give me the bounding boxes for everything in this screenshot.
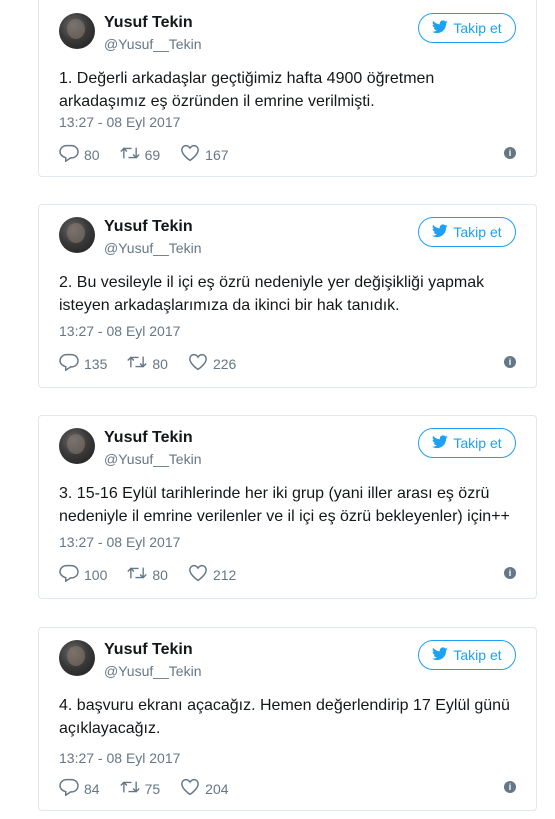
avatar[interactable] bbox=[59, 13, 95, 49]
follow-label: Takip et bbox=[453, 647, 502, 663]
twitter-bird-icon bbox=[432, 646, 449, 664]
reply-count: 80 bbox=[84, 146, 100, 163]
retweet-count: 69 bbox=[144, 146, 161, 163]
reply-icon bbox=[59, 564, 84, 585]
twitter-bird-icon bbox=[432, 223, 449, 241]
avatar[interactable] bbox=[59, 640, 95, 676]
follow-button[interactable]: Takip et bbox=[418, 217, 516, 247]
avatar[interactable] bbox=[59, 428, 95, 464]
follow-button[interactable]: Takip et bbox=[418, 640, 516, 670]
author-handle[interactable]: @Yusuf__Tekin bbox=[104, 451, 202, 467]
retweet-action[interactable]: 75 bbox=[119, 778, 161, 799]
reply-icon bbox=[59, 353, 84, 374]
twitter-bird-icon bbox=[432, 434, 449, 452]
info-icon[interactable]: i bbox=[504, 781, 516, 793]
reply-count: 135 bbox=[84, 355, 108, 372]
tweet-timestamp[interactable]: 13:27 - 08 Eyl 2017 bbox=[59, 534, 180, 550]
retweet-action[interactable]: 80 bbox=[127, 564, 168, 585]
info-icon[interactable]: i bbox=[504, 356, 516, 368]
heart-icon bbox=[180, 778, 205, 799]
tweet-timestamp[interactable]: 13:27 - 08 Eyl 2017 bbox=[59, 323, 180, 339]
tweet-text: 3. 15-16 Eylül tarihlerinde her iki grup… bbox=[59, 485, 510, 525]
like-count: 167 bbox=[205, 146, 229, 163]
tweet-text: 4. başvuru ekranı açacağız. Hemen değerl… bbox=[59, 697, 510, 737]
tweet-actions: 80 69 167 bbox=[59, 144, 249, 165]
heart-icon bbox=[188, 353, 213, 374]
follow-label: Takip et bbox=[453, 20, 502, 36]
follow-button[interactable]: Takip et bbox=[418, 428, 516, 458]
tweet-card: Yusuf Tekin @Yusuf__Tekin Takip et 1. De… bbox=[38, 0, 537, 177]
tweet-text: 1. Değerli arkadaşlar geçtiğimiz hafta 4… bbox=[59, 70, 435, 110]
like-count: 212 bbox=[212, 566, 237, 583]
tweet-card: Yusuf Tekin @Yusuf__Tekin Takip et 3. 15… bbox=[38, 415, 537, 599]
tweet-timestamp[interactable]: 13:27 - 08 Eyl 2017 bbox=[59, 114, 180, 130]
author-name[interactable]: Yusuf Tekin bbox=[104, 14, 193, 32]
retweet-icon bbox=[119, 778, 145, 799]
author-handle[interactable]: @Yusuf__Tekin bbox=[104, 36, 202, 52]
reply-action[interactable]: 80 bbox=[59, 144, 100, 165]
retweet-count: 75 bbox=[144, 780, 161, 797]
author-handle[interactable]: @Yusuf__Tekin bbox=[104, 663, 202, 679]
reply-icon bbox=[59, 144, 84, 165]
reply-action[interactable]: 100 bbox=[59, 564, 107, 585]
reply-count: 84 bbox=[84, 780, 100, 797]
like-action[interactable]: 212 bbox=[188, 564, 236, 585]
reply-action[interactable]: 135 bbox=[59, 353, 107, 374]
info-icon[interactable]: i bbox=[504, 147, 516, 159]
author-handle[interactable]: @Yusuf__Tekin bbox=[104, 240, 202, 256]
tweet-card: Yusuf Tekin @Yusuf__Tekin Takip et 2. Bu… bbox=[38, 204, 537, 388]
retweet-action[interactable]: 80 bbox=[127, 353, 168, 374]
reply-action[interactable]: 84 bbox=[59, 778, 100, 799]
follow-button[interactable]: Takip et bbox=[418, 13, 516, 43]
like-count: 226 bbox=[212, 355, 237, 372]
reply-icon bbox=[59, 778, 84, 799]
follow-label: Takip et bbox=[453, 224, 502, 240]
tweet-actions: 84 75 204 bbox=[59, 778, 249, 799]
tweet-timestamp[interactable]: 13:27 - 08 Eyl 2017 bbox=[59, 750, 180, 766]
avatar[interactable] bbox=[59, 217, 95, 253]
retweet-icon bbox=[127, 353, 152, 374]
retweet-count: 80 bbox=[152, 355, 168, 372]
retweet-action[interactable]: 69 bbox=[119, 144, 161, 165]
info-icon[interactable]: i bbox=[504, 567, 516, 579]
like-count: 204 bbox=[205, 780, 229, 797]
tweet-text: 2. Bu vesileyle il içi eş özrü nedeniyle… bbox=[59, 274, 485, 314]
retweet-count: 80 bbox=[152, 566, 168, 583]
tweet-actions: 135 80 226 bbox=[59, 353, 256, 374]
heart-icon bbox=[188, 564, 213, 585]
tweet-card: Yusuf Tekin @Yusuf__Tekin Takip et 4. ba… bbox=[38, 627, 537, 811]
like-action[interactable]: 226 bbox=[188, 353, 236, 374]
author-name[interactable]: Yusuf Tekin bbox=[104, 641, 193, 659]
like-action[interactable]: 167 bbox=[180, 144, 229, 165]
heart-icon bbox=[180, 144, 205, 165]
retweet-icon bbox=[119, 144, 145, 165]
tweet-actions: 100 80 212 bbox=[59, 564, 256, 585]
retweet-icon bbox=[127, 564, 152, 585]
author-name[interactable]: Yusuf Tekin bbox=[104, 429, 193, 447]
author-name[interactable]: Yusuf Tekin bbox=[104, 218, 193, 236]
reply-count: 100 bbox=[84, 566, 108, 583]
like-action[interactable]: 204 bbox=[180, 778, 229, 799]
follow-label: Takip et bbox=[453, 435, 502, 451]
twitter-bird-icon bbox=[432, 19, 449, 37]
